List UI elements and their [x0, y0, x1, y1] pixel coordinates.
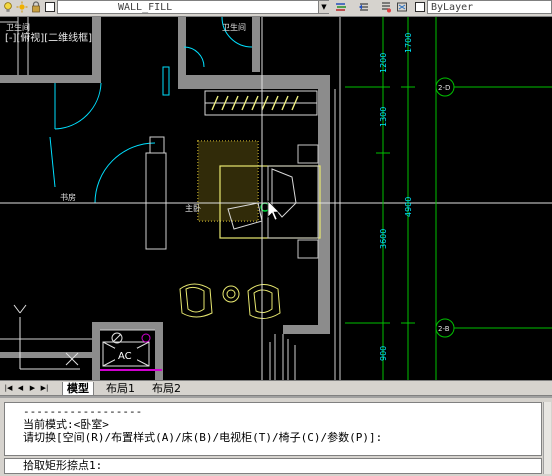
floor-plan-drawing[interactable]: 1200 1700 1300 4900 3600 900 2-D 2-B 卫生间…: [0, 17, 552, 380]
mouse-cursor-icon: [267, 200, 280, 221]
walls: [0, 17, 330, 380]
tab-layout2[interactable]: 布局2: [148, 382, 185, 395]
crosshair-lines: [0, 17, 552, 380]
history-line: 当前模式:<卧室>: [23, 418, 109, 431]
ac-label: AC: [118, 351, 132, 362]
viewport-controls-label[interactable]: [-][俯视][二维线框]: [5, 29, 92, 44]
axis-label-2d: 2-D: [438, 84, 450, 92]
axis-label-2b: 2-B: [438, 325, 450, 333]
sun-icon[interactable]: [16, 1, 28, 13]
prev-tab-icon[interactable]: ◀: [16, 383, 25, 393]
tv-cabinet: [145, 136, 167, 250]
dim-text-1300: 1300: [379, 107, 388, 127]
color-control-icon[interactable]: [414, 1, 426, 13]
dim-text-3600: 3600: [379, 229, 388, 249]
command-window: ------------------ 当前模式:<卧室> 请切换[空间(R)/布…: [0, 396, 552, 476]
layer-previous-icon[interactable]: [358, 1, 370, 13]
room-label-bathroom: 卫生间: [222, 22, 246, 32]
layer-isolate-icon[interactable]: [396, 1, 408, 13]
last-tab-icon[interactable]: ▶|: [40, 383, 49, 393]
axis-bubbles: 2-D 2-B: [435, 77, 455, 338]
ucs-icon: [13, 304, 80, 370]
layer-states-icon[interactable]: [335, 1, 347, 13]
command-input[interactable]: 拾取矩形捺点1:: [4, 458, 542, 474]
lightbulb-icon[interactable]: [2, 1, 14, 13]
layer-toolbar: WALL_FILL ▼ ByLayer: [0, 0, 552, 17]
wardrobe: [204, 90, 318, 116]
dim-text-1200: 1200: [379, 53, 388, 73]
color-swatch-icon[interactable]: [44, 1, 56, 13]
cad-application: WALL_FILL ▼ ByLayer 1200 1700 1300 4900 …: [0, 0, 552, 476]
lock-icon[interactable]: [30, 1, 42, 13]
linetype-field[interactable]: ByLayer: [427, 0, 552, 14]
drawing-canvas[interactable]: 1200 1700 1300 4900 3600 900 2-D 2-B 卫生间…: [0, 17, 552, 380]
history-line: ------------------: [23, 405, 143, 418]
tab-layout1[interactable]: 布局1: [102, 382, 139, 395]
room-label-study: 书房: [60, 192, 76, 202]
tab-model[interactable]: 模型: [62, 382, 94, 396]
layer-dropdown-arrow-icon[interactable]: ▼: [318, 1, 329, 13]
armchairs: [179, 283, 281, 319]
layer-match-icon[interactable]: [380, 1, 392, 13]
dim-text-900: 900: [379, 346, 388, 361]
command-scrollbar[interactable]: [543, 402, 551, 474]
first-tab-icon[interactable]: |◀: [4, 383, 13, 393]
next-tab-icon[interactable]: ▶: [28, 383, 37, 393]
air-conditioner: AC: [100, 332, 162, 371]
room-label-master-bedroom: 主卧: [185, 203, 201, 213]
history-line: 请切换[空间(R)/布置样式(A)/床(B)/电视柜(T)/椅子(C)/参数(P…: [23, 431, 383, 444]
layout-tabs-bar: |◀ ◀ ▶ ▶| 模型 布局1 布局2: [0, 380, 552, 396]
command-history: ------------------ 当前模式:<卧室> 请切换[空间(R)/布…: [4, 402, 542, 456]
linetype-text: ByLayer: [431, 2, 474, 13]
dim-text-4900: 4900: [404, 197, 413, 217]
layer-name-text: WALL_FILL: [118, 2, 173, 13]
wardrobe-hangers: [211, 95, 299, 111]
layer-name-field[interactable]: WALL_FILL: [57, 0, 329, 14]
dim-text-1700: 1700: [404, 33, 413, 53]
